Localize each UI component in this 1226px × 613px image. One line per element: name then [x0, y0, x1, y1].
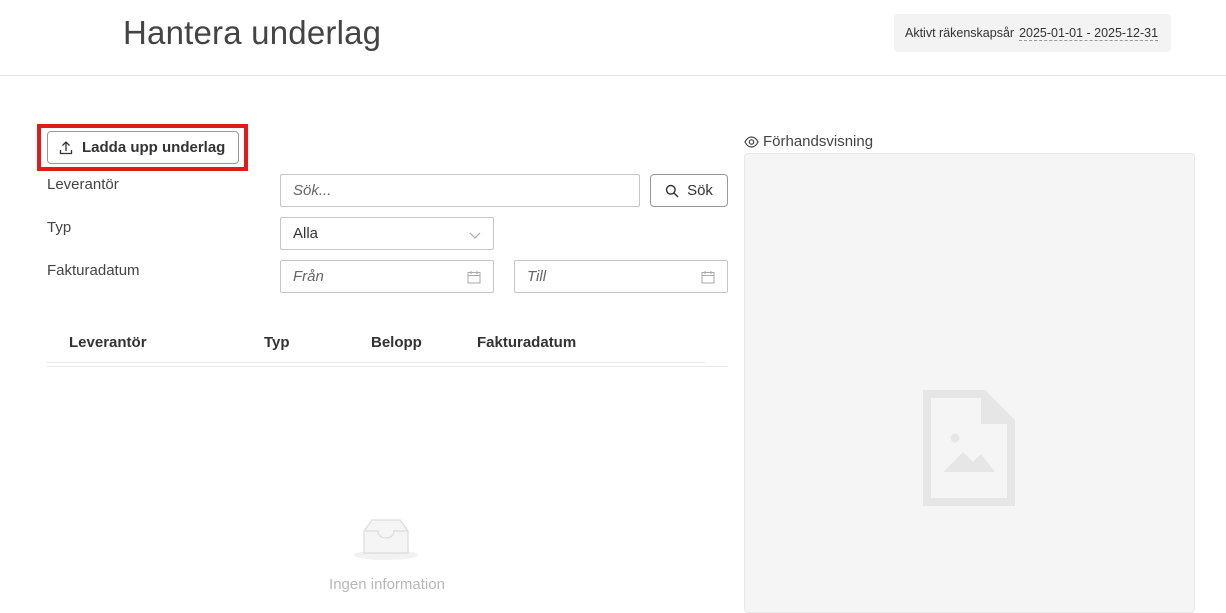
fiscal-year-badge: Aktivt räkenskapsår 2025-01-01 - 2025-12… — [894, 14, 1171, 52]
page-title: Hantera underlag — [123, 14, 382, 51]
date-to-placeholder: Till — [527, 268, 547, 285]
upload-button[interactable]: Ladda upp underlag — [47, 131, 239, 164]
upload-icon — [59, 140, 73, 154]
chevron-down-icon — [469, 232, 481, 239]
eye-icon — [744, 135, 759, 148]
preview-panel — [744, 153, 1195, 613]
invoice-date-label: Fakturadatum — [47, 262, 140, 279]
preview-header: Förhandsvisning — [744, 133, 873, 150]
fiscal-year-label: Aktivt räkenskapsår — [905, 26, 1015, 40]
type-select[interactable]: Alla — [280, 217, 494, 250]
search-icon — [665, 184, 679, 198]
search-button[interactable]: Sök — [650, 174, 728, 207]
table-body-divider — [47, 366, 728, 367]
preview-label: Förhandsvisning — [763, 133, 874, 150]
date-to-input[interactable]: Till — [514, 260, 728, 293]
column-header-invoice-date[interactable]: Fakturadatum — [477, 334, 576, 351]
column-header-amount[interactable]: Belopp — [371, 334, 422, 351]
supplier-search-input[interactable]: Sök... — [280, 174, 640, 207]
fiscal-year-value[interactable]: 2025-01-01 - 2025-12-31 — [1019, 26, 1159, 41]
column-header-supplier[interactable]: Leverantör — [69, 334, 147, 351]
date-from-placeholder: Från — [293, 268, 324, 285]
type-label: Typ — [47, 219, 72, 236]
table-header-divider — [47, 362, 705, 363]
type-select-value: Alla — [293, 225, 319, 242]
column-header-type[interactable]: Typ — [264, 334, 290, 351]
empty-inbox-icon — [354, 519, 418, 560]
upload-button-label: Ladda upp underlag — [82, 139, 226, 156]
supplier-search-placeholder: Sök... — [293, 182, 332, 199]
empty-state-text: Ingen information — [329, 576, 445, 593]
file-image-placeholder-icon — [923, 390, 1015, 506]
date-from-input[interactable]: Från — [280, 260, 494, 293]
search-button-label: Sök — [687, 182, 713, 199]
calendar-icon — [467, 271, 481, 284]
page-header: Hantera underlag Aktivt räkenskapsår 202… — [0, 0, 1226, 76]
calendar-icon — [701, 271, 715, 284]
supplier-label: Leverantör — [47, 176, 119, 193]
